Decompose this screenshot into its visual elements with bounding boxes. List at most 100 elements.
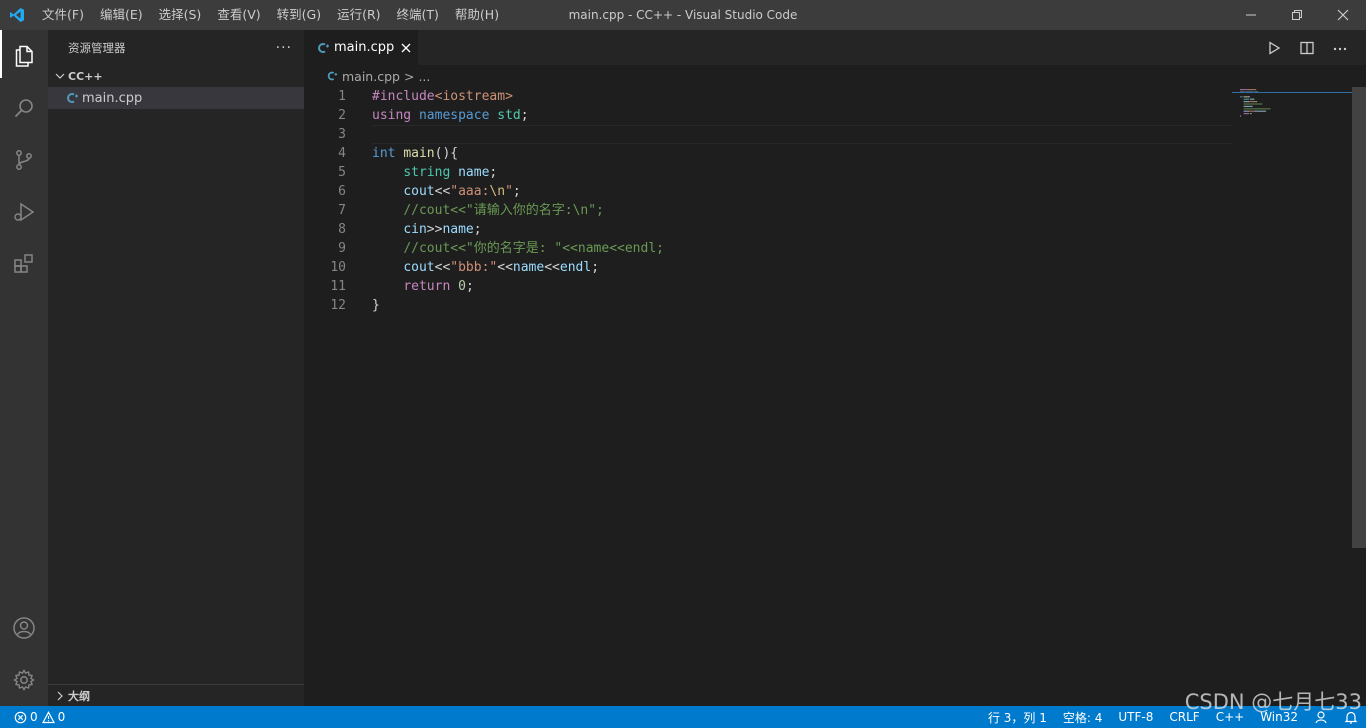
title-bar: 文件(F) 编辑(E) 选择(S) 查看(V) 转到(G) 运行(R) 终端(T… <box>0 0 1366 30</box>
tab-close-button[interactable] <box>394 43 418 53</box>
search-button[interactable] <box>0 82 48 134</box>
code-line[interactable]: 10 cout<<"bbb:"<<name<<endl; <box>304 258 1366 277</box>
minimap[interactable] <box>1236 87 1352 127</box>
line-text: using namespace std; <box>372 106 529 125</box>
folder-section-cc[interactable]: CC++ <box>48 65 304 87</box>
code-line[interactable]: 5 string name; <box>304 163 1366 182</box>
code-token: //cout<<"你的名字是: "<<name<<endl; <box>403 241 664 256</box>
code-line[interactable]: 11 return 0; <box>304 277 1366 296</box>
extensions-icon <box>14 254 33 273</box>
encoding[interactable]: UTF-8 <box>1110 706 1161 728</box>
split-editor-button[interactable] <box>1290 30 1323 65</box>
indentation[interactable]: 空格: 4 <box>1055 706 1111 728</box>
line-number: 12 <box>330 298 346 313</box>
code-line[interactable]: 12} <box>304 296 1366 315</box>
code-token: ; <box>473 222 482 237</box>
minimap-token <box>1261 110 1266 112</box>
minimap-token <box>1250 113 1252 115</box>
line-number: 1 <box>338 89 346 104</box>
outline-section[interactable]: 大纲 <box>48 684 304 706</box>
editor-area: main.cpp main.cpp > ... 1 #include<iostre… <box>304 30 1366 706</box>
menu-run[interactable]: 运行(R) <box>329 0 388 30</box>
code-token: #include <box>372 89 435 104</box>
extensions-button[interactable] <box>0 238 48 290</box>
file-item-main-cpp[interactable]: main.cpp <box>48 87 304 109</box>
search-icon <box>14 99 33 118</box>
menu-help[interactable]: 帮助(H) <box>447 0 507 30</box>
minimap-token <box>1256 110 1260 112</box>
code-token: ; <box>489 165 498 180</box>
breadcrumb-symbols[interactable]: ... <box>418 69 430 84</box>
minimap-token <box>1240 96 1243 98</box>
line-number: 8 <box>338 222 346 237</box>
close-window-button[interactable] <box>1320 0 1366 30</box>
line-text: int main(){ <box>372 144 458 163</box>
cpp-file-icon <box>64 90 80 106</box>
code-token: ; <box>520 108 529 123</box>
more-actions-button[interactable] <box>1323 30 1356 65</box>
code-line[interactable]: 9 //cout<<"你的名字是: "<<name<<endl; <box>304 239 1366 258</box>
cursor-position[interactable]: 行 3，列 1 <box>980 706 1055 728</box>
code-token: return <box>403 279 451 294</box>
cpp-file-icon <box>324 68 340 84</box>
file-label: main.cpp <box>82 90 143 106</box>
line-text: string name; <box>372 163 497 182</box>
code-line[interactable]: 7 //cout<<"请输入你的名字:\n"; <box>304 201 1366 220</box>
explorer-icon <box>15 45 33 67</box>
menu-terminal[interactable]: 终端(T) <box>389 0 447 30</box>
code-line[interactable]: 2 using namespace std; <box>304 106 1366 125</box>
status-bar: 0 0 行 3，列 1 空格: 4 UTF-8 CRLF C++ Win32 <box>0 706 1366 728</box>
code-token: cin <box>403 222 427 237</box>
close-icon <box>401 43 411 52</box>
code-token: "aaa: <box>450 184 490 199</box>
minimap-token <box>1243 101 1248 103</box>
sidebar-title: 资源管理器 <box>68 40 126 55</box>
code-line[interactable]: 4 int main(){ <box>304 144 1366 163</box>
menu-view[interactable]: 查看(V) <box>209 0 268 30</box>
code-token: cout <box>403 184 435 199</box>
minimize-button[interactable] <box>1228 0 1274 30</box>
restore-button[interactable] <box>1274 0 1320 30</box>
tab-main-cpp[interactable]: main.cpp <box>304 30 418 65</box>
menu-selection[interactable]: 选择(S) <box>151 0 210 30</box>
minimap-slider <box>1232 92 1352 93</box>
code-token: cout <box>403 260 435 275</box>
explorer-button[interactable] <box>0 30 48 82</box>
restore-icon <box>1292 10 1302 20</box>
line-number: 3 <box>338 127 346 142</box>
window-controls <box>1228 0 1366 30</box>
source-control-button[interactable] <box>0 134 48 186</box>
line-number: 6 <box>338 184 346 199</box>
code-line[interactable]: 1 #include<iostream> <box>304 87 1366 106</box>
source-control-icon <box>16 150 32 170</box>
more-actions-icon[interactable]: ··· <box>276 40 292 56</box>
menu-file[interactable]: 文件(F) <box>34 0 92 30</box>
line-text: cin>>name; <box>372 220 482 239</box>
minimap-token <box>1253 98 1255 100</box>
breadcrumb-file[interactable]: main.cpp <box>342 69 400 84</box>
warning-count: 0 <box>57 710 66 724</box>
menu-edit[interactable]: 编辑(E) <box>92 0 151 30</box>
activity-bar-bottom <box>0 602 48 706</box>
manage-button[interactable] <box>0 654 48 706</box>
status-left[interactable]: 0 0 <box>0 710 65 724</box>
minimap-token <box>1240 115 1241 117</box>
vertical-scrollbar[interactable] <box>1352 87 1366 548</box>
line-text: cout<<"bbb:"<<name<<endl; <box>372 258 599 277</box>
cpp-file-icon <box>316 40 330 56</box>
code-token: " <box>505 184 513 199</box>
run-debug-button[interactable] <box>0 186 48 238</box>
code-line[interactable]: 6 cout<<"aaa:\n"; <box>304 182 1366 201</box>
menu-go[interactable]: 转到(G) <box>269 0 329 30</box>
code-token: << <box>544 260 560 275</box>
account-button[interactable] <box>0 602 48 654</box>
code-editor[interactable]: 1 #include<iostream> 2 using namespace std;… <box>304 87 1366 315</box>
run-code-button[interactable] <box>1257 30 1290 65</box>
chevron-down-icon <box>52 68 68 84</box>
code-line[interactable]: 8 cin>>name; <box>304 220 1366 239</box>
minimap-token <box>1255 101 1257 103</box>
